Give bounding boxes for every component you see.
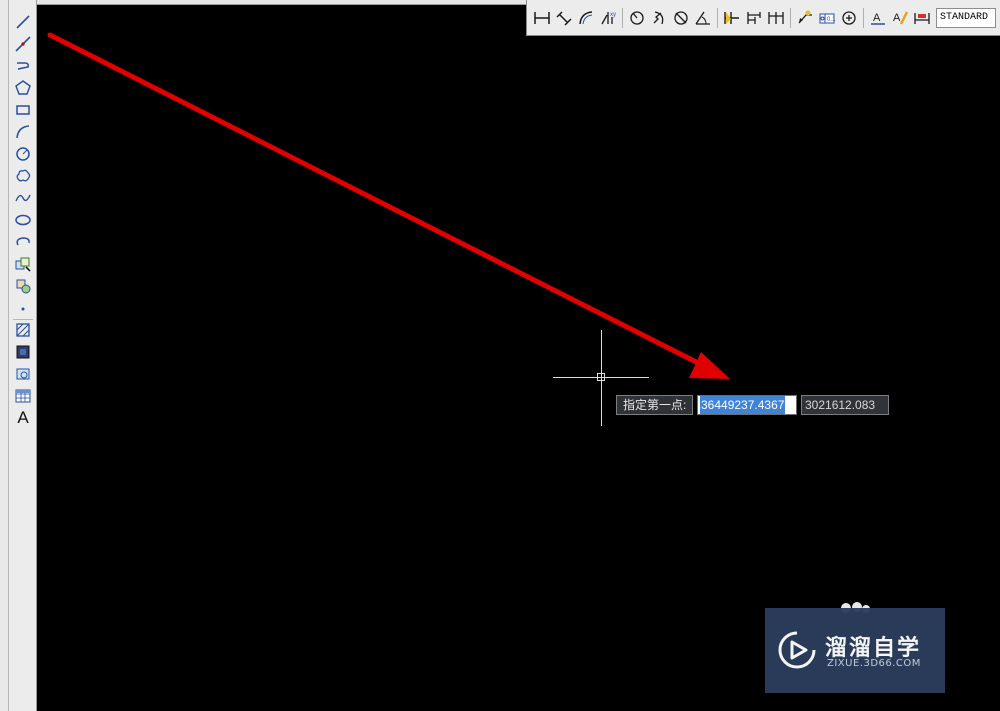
continue-dimension-icon[interactable] <box>765 7 787 29</box>
text-tool-glyph: A <box>17 408 29 427</box>
construction-line-icon[interactable] <box>12 34 34 54</box>
dimension-edit-icon[interactable]: A <box>867 7 889 29</box>
dimension-text-edit-icon[interactable]: A <box>889 7 911 29</box>
crosshair-pickbox <box>597 373 605 381</box>
dimension-toolbar: xy 0.1 A A STANDARD <box>526 0 1000 36</box>
angular-dimension-icon[interactable] <box>692 7 714 29</box>
quick-dimension-icon[interactable] <box>721 7 743 29</box>
rectangle-icon[interactable] <box>12 100 34 120</box>
arc-length-icon[interactable] <box>575 7 597 29</box>
linear-dimension-icon[interactable] <box>531 7 553 29</box>
dynamic-input-x-field[interactable]: 36449237.4367 <box>697 395 797 415</box>
quick-leader-icon[interactable] <box>794 7 816 29</box>
svg-text:0.1: 0.1 <box>827 17 836 23</box>
tolerance-icon[interactable]: 0.1 <box>816 7 838 29</box>
toolbar-separator <box>863 8 864 28</box>
svg-text:A: A <box>873 12 881 24</box>
diameter-dimension-icon[interactable] <box>670 7 692 29</box>
toolbar-separator <box>790 8 791 28</box>
draw-toolbar: A <box>9 0 37 711</box>
dynamic-input-y-field[interactable]: 3021612.083 <box>801 395 889 415</box>
line-icon[interactable] <box>12 12 34 32</box>
watermark-url: ZIXUE.3D66.COM <box>827 658 921 669</box>
polyline-icon[interactable] <box>12 56 34 76</box>
dynamic-input-prompt: 指定第一点: <box>616 395 694 415</box>
polygon-icon[interactable] <box>12 78 34 98</box>
gradient-icon[interactable] <box>12 342 34 362</box>
dynamic-input-x-value: 36449237.4367 <box>700 396 786 414</box>
top-dock-edge <box>37 0 527 5</box>
aligned-dimension-icon[interactable] <box>553 7 575 29</box>
multiline-text-icon[interactable]: A <box>12 408 34 428</box>
point-icon[interactable] <box>12 298 34 318</box>
spline-icon[interactable] <box>12 188 34 208</box>
insert-block-icon[interactable] <box>12 254 34 274</box>
table-icon[interactable] <box>12 386 34 406</box>
center-mark-icon[interactable] <box>838 7 860 29</box>
ellipse-icon[interactable] <box>12 210 34 230</box>
hatch-icon[interactable] <box>12 320 34 340</box>
svg-text:A: A <box>893 12 901 24</box>
ellipse-arc-icon[interactable] <box>12 232 34 252</box>
make-block-icon[interactable] <box>12 276 34 296</box>
dimension-update-icon[interactable] <box>911 7 933 29</box>
arc-icon[interactable] <box>12 122 34 142</box>
jogged-dimension-icon[interactable] <box>648 7 670 29</box>
play-logo-icon <box>778 631 816 669</box>
left-dock-edge <box>0 0 9 711</box>
region-icon[interactable] <box>12 364 34 384</box>
dimension-style-select[interactable]: STANDARD <box>936 8 996 28</box>
toolbar-separator <box>717 8 718 28</box>
baseline-dimension-icon[interactable] <box>743 7 765 29</box>
watermark-badge: 溜溜自学 ZIXUE.3D66.COM <box>765 608 945 693</box>
svg-text:xy: xy <box>610 12 616 18</box>
ordinate-dimension-icon[interactable]: xy <box>597 7 619 29</box>
toolbar-separator <box>622 8 623 28</box>
circle-icon[interactable] <box>12 144 34 164</box>
radius-dimension-icon[interactable] <box>626 7 648 29</box>
revision-cloud-icon[interactable] <box>12 166 34 186</box>
